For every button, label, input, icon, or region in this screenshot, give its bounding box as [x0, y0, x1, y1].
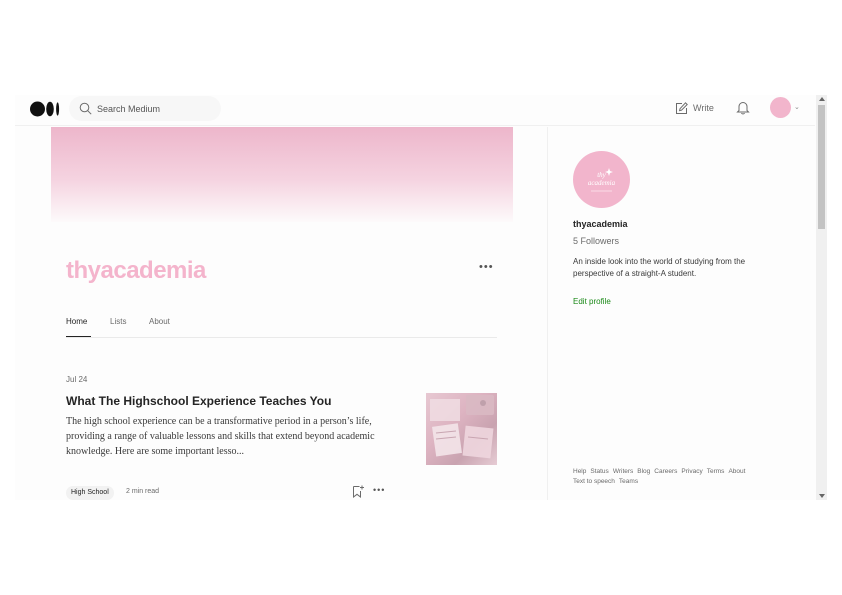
thumbnail-graphic — [430, 395, 494, 459]
read-time: 2 min read — [126, 488, 160, 495]
scroll-down-arrow-icon[interactable] — [819, 494, 825, 498]
post-title[interactable]: What The Highschool Experience Teaches Y… — [66, 394, 406, 408]
svg-text:academia: academia — [588, 179, 616, 187]
post-excerpt[interactable]: The high school experience can be a tran… — [66, 414, 391, 459]
tab-home[interactable]: Home — [66, 317, 87, 326]
search-bar[interactable] — [69, 96, 221, 121]
scrollbar-thumb[interactable] — [818, 105, 825, 229]
publication-bio: An inside look into the world of studyin… — [573, 257, 746, 278]
browser-viewport: Write ⌄ thyacademia ••• Home Lists About… — [15, 95, 827, 500]
footer-link-about[interactable]: About — [728, 468, 745, 475]
scroll-up-arrow-icon[interactable] — [819, 97, 825, 101]
write-button[interactable]: Write — [675, 100, 714, 116]
footer-links: Help Status Writers Blog Careers Privacy Terms… — [573, 467, 773, 487]
write-label: Write — [693, 103, 714, 113]
sidebar-publication-name: thyacademia — [573, 219, 628, 229]
post-tag-chip[interactable]: High School — [66, 486, 114, 500]
publication-banner — [51, 127, 513, 222]
publication-tabs: Home Lists About — [66, 314, 497, 338]
publication-more-options-icon[interactable]: ••• — [479, 261, 494, 273]
tab-lists[interactable]: Lists — [110, 317, 126, 326]
search-input[interactable] — [97, 101, 212, 116]
svg-text:thy: thy — [597, 171, 606, 179]
footer-link-writers[interactable]: Writers — [613, 468, 633, 475]
top-navigation-bar: Write ⌄ — [15, 95, 815, 126]
active-tab-indicator — [66, 336, 91, 337]
post-thumbnail-image[interactable] — [426, 393, 497, 465]
user-avatar[interactable] — [770, 97, 791, 118]
footer-link-help[interactable]: Help — [573, 468, 586, 475]
post-date: Jul 24 — [66, 375, 88, 384]
footer-link-careers[interactable]: Careers — [654, 468, 677, 475]
tab-about[interactable]: About — [149, 317, 170, 326]
post-more-options-icon[interactable]: ••• — [373, 485, 385, 495]
footer-link-blog[interactable]: Blog — [637, 468, 650, 475]
footer-link-teams[interactable]: Teams — [619, 478, 638, 485]
medium-logo-icon[interactable] — [30, 101, 60, 117]
footer-link-privacy[interactable]: Privacy — [681, 468, 702, 475]
notifications-bell-icon[interactable] — [736, 100, 750, 115]
publication-title: thyacademia — [66, 257, 206, 284]
search-icon — [79, 102, 92, 115]
vertical-scrollbar[interactable] — [816, 95, 827, 500]
followers-count[interactable]: 5 Followers — [573, 236, 619, 246]
footer-link-status[interactable]: Status — [590, 468, 608, 475]
footer-link-terms[interactable]: Terms — [707, 468, 725, 475]
chevron-down-icon[interactable]: ⌄ — [794, 103, 800, 111]
edit-profile-link[interactable]: Edit profile — [573, 297, 611, 306]
publication-avatar: thy academia — [573, 151, 630, 208]
footer-link-text-to-speech[interactable]: Text to speech — [573, 478, 615, 485]
sidebar-divider — [547, 127, 548, 500]
write-icon — [676, 101, 688, 114]
bookmark-add-icon[interactable] — [352, 485, 364, 498]
publication-avatar-logo: thy academia — [588, 168, 616, 192]
